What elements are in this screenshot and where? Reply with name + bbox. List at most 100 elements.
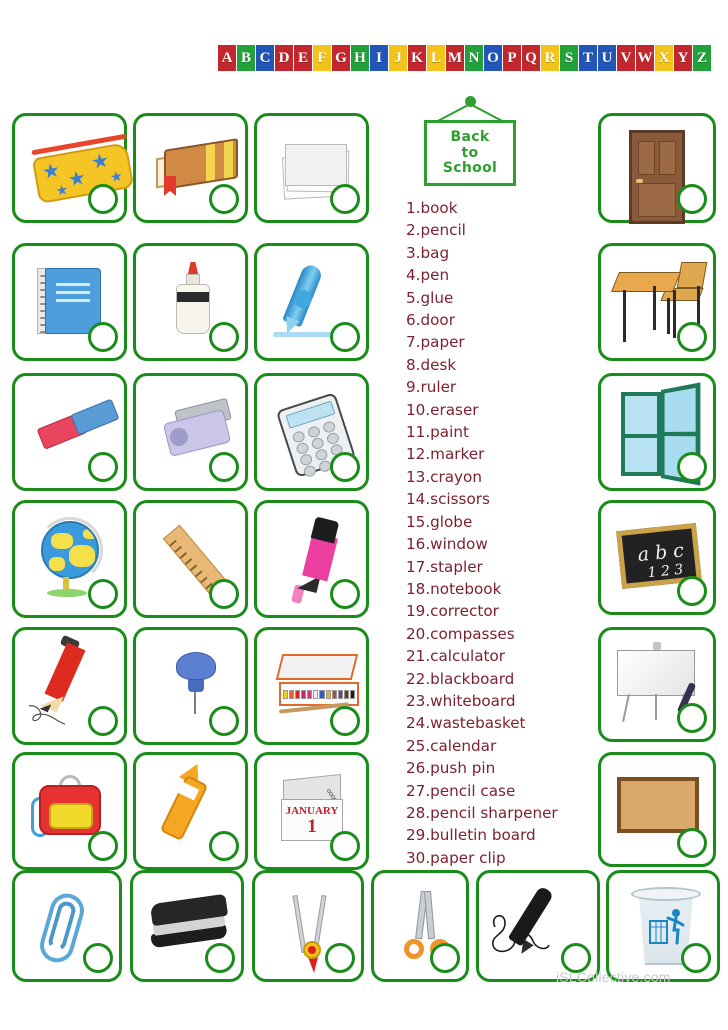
picture-card-door[interactable] — [598, 113, 716, 224]
answer-circle-whiteboard[interactable] — [677, 703, 707, 733]
answer-circle-paint[interactable] — [330, 706, 360, 736]
picture-card-book[interactable] — [133, 113, 248, 223]
picture-card-blackboard[interactable]: a b c 1 2 3 — [598, 500, 716, 615]
alphabet-tile-b: B — [237, 45, 255, 71]
picture-card-pencil[interactable] — [12, 627, 127, 745]
answer-circle-pencil-case[interactable] — [88, 184, 118, 214]
alphabet-tile-h: H — [351, 45, 369, 71]
word-list-item: 1.book — [406, 199, 458, 217]
word-list-item: 18.notebook — [406, 579, 502, 598]
picture-card-paper[interactable] — [254, 113, 369, 223]
answer-circle-crayon[interactable] — [209, 831, 239, 861]
sign-line-2: to — [461, 144, 479, 161]
answer-circle-book[interactable] — [209, 184, 239, 214]
answer-circle-pencil-sharpener[interactable] — [209, 452, 239, 482]
answer-circle-globe[interactable] — [88, 579, 118, 609]
picture-card-crayon[interactable] — [133, 752, 248, 870]
worksheet-page: ABCDEFGHIJKLMNOPQRSTUVWXYZ Back to Schoo… — [0, 0, 728, 1030]
watermark: iSLCollective.com — [556, 969, 671, 985]
answer-circle-desk[interactable] — [677, 322, 707, 352]
alphabet-tile-g: G — [332, 45, 350, 71]
answer-circle-blackboard[interactable] — [677, 576, 707, 606]
answer-circle-paper[interactable] — [330, 184, 360, 214]
answer-circle-pen[interactable] — [330, 322, 360, 352]
picture-card-pencil-sharpener[interactable] — [133, 373, 248, 491]
answer-circle-ruler[interactable] — [209, 579, 239, 609]
alphabet-tile-v: V — [617, 45, 635, 71]
answer-circle-wastebasket[interactable] — [681, 943, 711, 973]
word-list-item: 29.bulletin board — [406, 826, 536, 845]
alphabet-tile-w: W — [636, 45, 654, 71]
answer-circle-eraser[interactable] — [88, 452, 118, 482]
answer-circle-scissors[interactable] — [430, 943, 460, 973]
alphabet-tile-t: T — [579, 45, 597, 71]
picture-card-ruler[interactable] — [133, 500, 248, 618]
word-list-item: 25.calendar — [406, 736, 497, 755]
picture-card-paper-clip[interactable] — [12, 870, 122, 982]
word-list-item: 15.globe — [406, 512, 473, 531]
picture-card-calendar[interactable]: JANUARY 1 — [254, 752, 369, 870]
answer-circle-bulletin-board[interactable] — [677, 828, 707, 858]
answer-circle-pencil[interactable] — [88, 706, 118, 736]
alphabet-tile-j: J — [389, 45, 407, 71]
picture-card-wastebasket[interactable] — [606, 870, 720, 982]
picture-card-globe[interactable] — [12, 500, 127, 618]
picture-card-eraser[interactable] — [12, 373, 127, 491]
picture-card-notebook[interactable] — [12, 243, 127, 361]
alphabet-tile-e: E — [294, 45, 312, 71]
word-list-item: 28.pencil sharpener — [406, 803, 558, 822]
picture-card-marker[interactable] — [254, 500, 369, 618]
picture-card-compasses[interactable] — [252, 870, 364, 982]
picture-card-bulletin-board[interactable] — [598, 752, 716, 867]
answer-circle-stapler[interactable] — [205, 943, 235, 973]
alphabet-tile-f: F — [313, 45, 331, 71]
answer-circle-glue[interactable] — [209, 322, 239, 352]
answer-circle-calculator[interactable] — [330, 452, 360, 482]
word-list-item: 14.scissors — [406, 490, 490, 509]
answer-circle-marker[interactable] — [330, 579, 360, 609]
alphabet-tile-i: I — [370, 45, 388, 71]
alphabet-banner: ABCDEFGHIJKLMNOPQRSTUVWXYZ — [218, 45, 711, 71]
answer-circle-compasses[interactable] — [325, 943, 355, 973]
picture-card-paint[interactable] — [254, 627, 369, 745]
word-list-item: 23.whiteboard — [406, 691, 516, 710]
picture-card-desk[interactable] — [598, 243, 716, 361]
picture-card-pencil-case[interactable]: ★ ★ ★ ★ ★ — [12, 113, 135, 223]
answer-circle-notebook[interactable] — [88, 322, 118, 352]
alphabet-tile-q: Q — [522, 45, 540, 71]
answer-circle-window[interactable] — [677, 452, 707, 482]
picture-card-push-pin[interactable] — [133, 627, 248, 745]
word-list-item: 22.blackboard — [406, 669, 515, 688]
answer-circle-bag[interactable] — [88, 831, 118, 861]
word-list-item: 20.compasses — [406, 624, 515, 643]
word-list-item: 19.corrector — [406, 602, 499, 621]
word-list-item: 27.pencil case — [406, 781, 516, 800]
word-list-item: 12.marker — [406, 445, 485, 464]
answer-circle-push-pin[interactable] — [209, 706, 239, 736]
sign-line-1: Back — [450, 128, 490, 145]
alphabet-tile-u: U — [598, 45, 616, 71]
answer-circle-calendar[interactable] — [330, 831, 360, 861]
word-list-item: 9.ruler — [406, 378, 457, 397]
picture-card-whiteboard[interactable] — [598, 627, 716, 742]
picture-card-calculator[interactable] — [254, 373, 369, 491]
answer-circle-door[interactable] — [677, 184, 707, 214]
picture-card-corrector[interactable] — [476, 870, 600, 982]
sign-line-3: School — [442, 160, 498, 177]
picture-card-pen[interactable] — [254, 243, 369, 361]
word-list-item: 13.crayon — [406, 467, 482, 486]
word-list-item: 26.push pin — [406, 759, 496, 778]
answer-circle-paper-clip[interactable] — [83, 943, 113, 973]
alphabet-tile-k: K — [408, 45, 426, 71]
picture-card-glue[interactable] — [133, 243, 248, 361]
picture-card-window[interactable] — [598, 373, 716, 491]
alphabet-tile-x: X — [655, 45, 673, 71]
word-list: 1.book 2.pencil 3.bag 4.pen 5.glue 6.door 7.pa… — [406, 197, 596, 869]
picture-card-stapler[interactable] — [130, 870, 244, 982]
alphabet-tile-z: Z — [693, 45, 711, 71]
word-list-item: 11.paint — [406, 423, 469, 442]
picture-card-bag[interactable] — [12, 752, 127, 870]
back-to-school-sign: Back to School — [418, 96, 522, 188]
word-list-item: 3.bag — [406, 243, 450, 262]
picture-card-scissors[interactable] — [371, 870, 469, 982]
